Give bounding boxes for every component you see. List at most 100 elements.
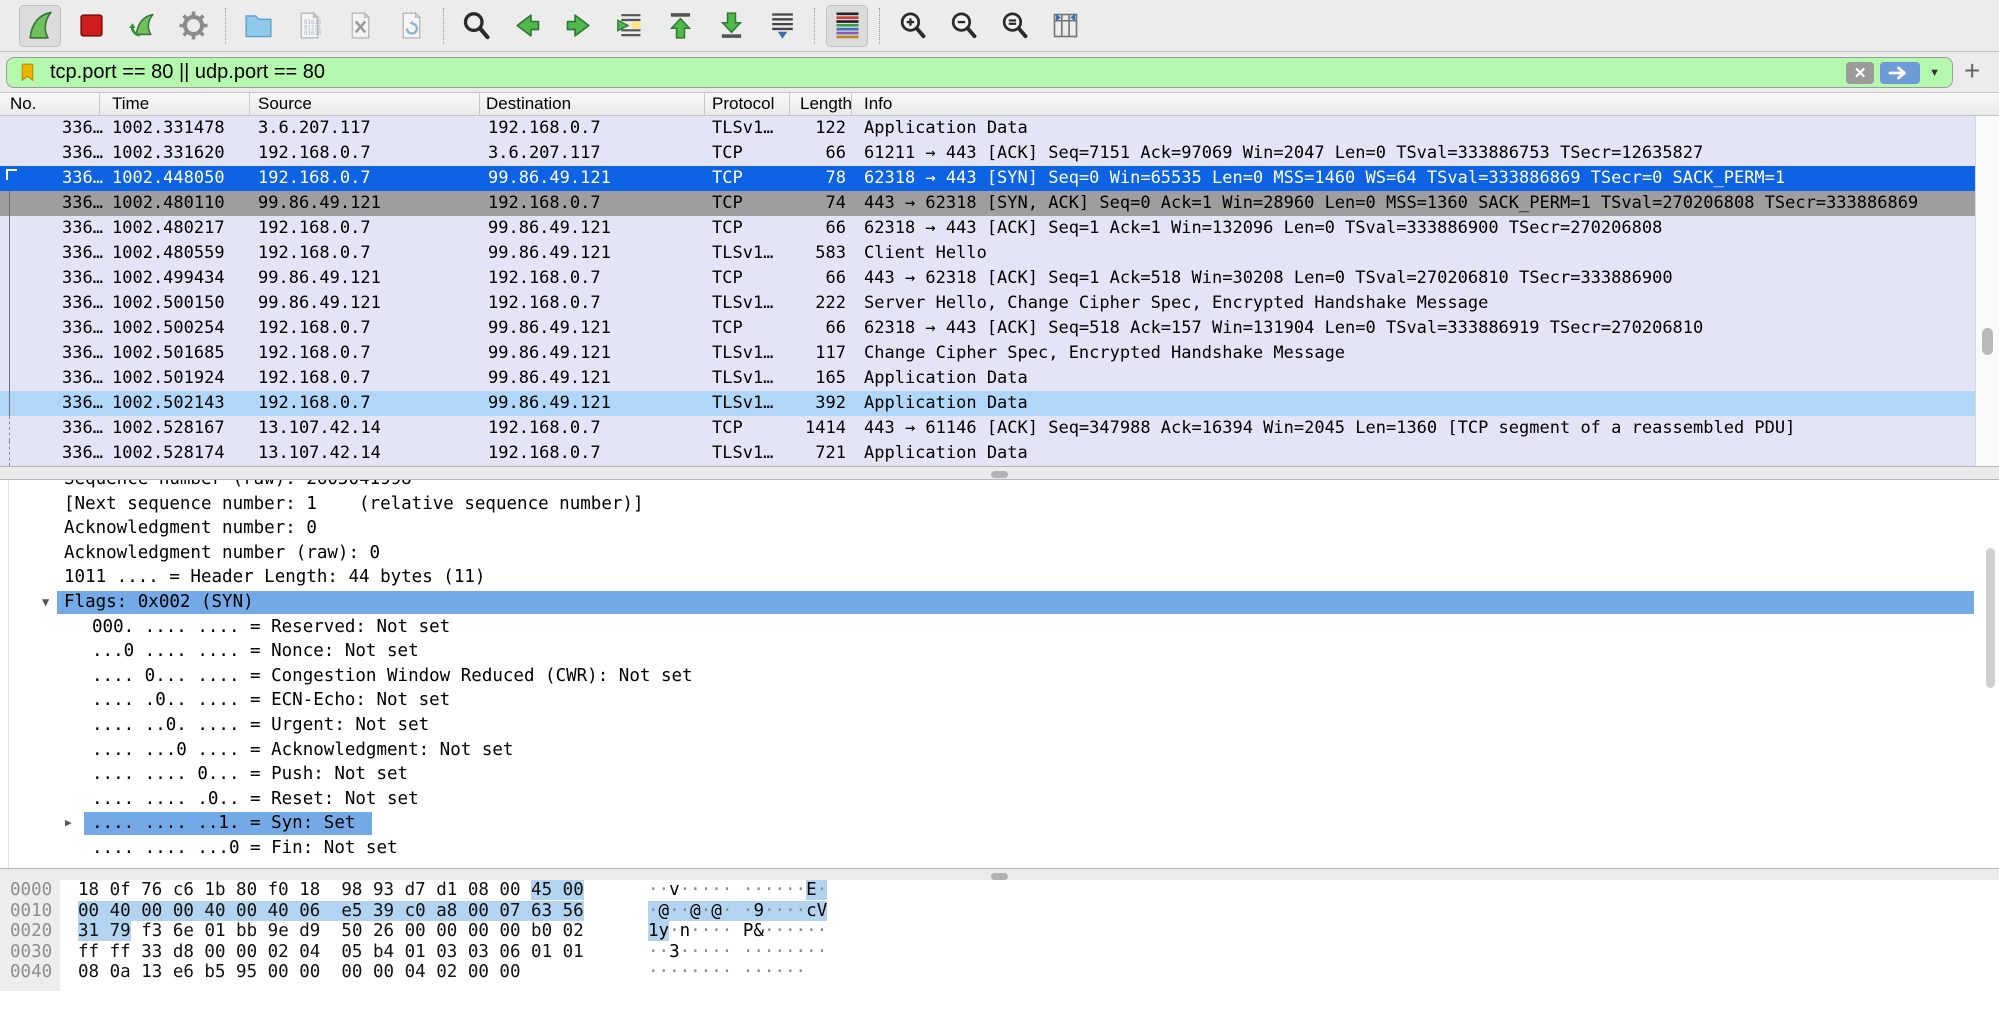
packet-row[interactable]: 336…1002.501685192.168.0.799.86.49.121TL… [0, 341, 1975, 366]
packet-row[interactable]: 336…1002.48011099.86.49.121192.168.0.7TC… [0, 191, 1975, 216]
hex-row[interactable]: 001000 40 00 00 40 00 40 06 e5 39 c0 a8 … [0, 901, 1999, 922]
hex-row[interactable]: 004008 0a 13 e6 b5 95 00 00 00 00 04 02 … [0, 962, 1999, 983]
hex-row[interactable]: 0030ff ff 33 d8 00 00 02 04 05 b4 01 03 … [0, 942, 1999, 963]
column-header-source[interactable]: Source [250, 93, 480, 115]
capture-options-button[interactable] [172, 5, 214, 47]
stop-capture-button[interactable] [70, 5, 112, 47]
column-header-proto[interactable]: Protocol [705, 93, 790, 115]
cell-time: 1002.499434 [112, 266, 252, 291]
detail-row[interactable]: [Next sequence number: 1 (relative seque… [0, 492, 1999, 517]
packet-list-scrollbar[interactable] [1975, 116, 1999, 466]
filter-text: tcp.port == 80 || udp.port == 80 [50, 61, 1846, 84]
go-to-bottom-button[interactable] [710, 5, 752, 47]
cell-time: 1002.502143 [112, 391, 252, 416]
detail-row[interactable]: Sequence number (raw): 2605041998 [0, 480, 1999, 492]
auto-scroll-button[interactable] [761, 5, 803, 47]
detail-row[interactable]: ▼ Flags: 0x002 (SYN) [0, 590, 1999, 615]
cell-dest: 99.86.49.121 [488, 341, 703, 366]
detail-row[interactable]: ▶.... .... ..1. = Syn: Set [0, 811, 1999, 836]
detail-row[interactable]: .... .0.. .... = ECN-Echo: Not set [0, 688, 1999, 713]
go-forward-icon [562, 9, 595, 42]
splitter-handle-icon[interactable] [991, 471, 1008, 478]
open-file-button[interactable] [237, 5, 279, 47]
packet-row[interactable]: 336…1002.331620192.168.0.73.6.207.117TCP… [0, 141, 1975, 166]
cell-no: 336… [0, 241, 103, 266]
detail-scrollbar-thumb[interactable] [1986, 548, 1995, 688]
packet-row[interactable]: 336…1002.448050192.168.0.799.86.49.121TC… [0, 166, 1975, 191]
go-to-packet-button[interactable] [608, 5, 650, 47]
cell-no: 336… [0, 141, 103, 166]
restart-capture-button[interactable] [121, 5, 163, 47]
filter-clear-button[interactable]: ✕ [1846, 62, 1874, 84]
column-header-no[interactable]: No. [0, 93, 100, 115]
column-header-dest[interactable]: Destination [480, 93, 705, 115]
close-file-button[interactable] [339, 5, 381, 47]
packet-row[interactable]: 336…1002.502143192.168.0.799.86.49.121TL… [0, 391, 1975, 416]
packet-row[interactable]: 336…1002.52816713.107.42.14192.168.0.7TC… [0, 416, 1975, 441]
scrollbar-thumb[interactable] [1982, 328, 1993, 355]
filter-dropdown-icon[interactable]: ▼ [1929, 67, 1940, 79]
pane-splitter-top[interactable] [0, 466, 1999, 480]
packet-row[interactable]: 336…1002.500254192.168.0.799.86.49.121TC… [0, 316, 1975, 341]
expand-arrow-icon[interactable]: ▶ [65, 811, 72, 836]
packet-row[interactable]: 336…1002.52817413.107.42.14192.168.0.7TL… [0, 441, 1975, 466]
hex-row[interactable]: 002031 79 f3 6e 01 bb 9e d9 50 26 00 00 … [0, 921, 1999, 942]
cell-dest: 99.86.49.121 [488, 216, 703, 241]
column-header-len[interactable]: Length [790, 93, 852, 115]
cell-len: 66 [786, 266, 846, 291]
detail-row[interactable]: Acknowledgment number (raw): 0 [0, 541, 1999, 566]
cell-proto: TCP [712, 266, 786, 291]
detail-text: Flags: 0x002 (SYN) [64, 590, 254, 615]
go-forward-button[interactable] [557, 5, 599, 47]
cell-info: Client Hello [864, 241, 1975, 266]
detail-row[interactable]: ...0 .... .... = Nonce: Not set [0, 639, 1999, 664]
detail-row[interactable]: 000. .... .... = Reserved: Not set [0, 615, 1999, 640]
detail-row[interactable]: .... .... .0.. = Reset: Not set [0, 787, 1999, 812]
save-file-button[interactable]: 010100110101010 [288, 5, 330, 47]
detail-row[interactable]: .... ...0 .... = Acknowledgment: Not set [0, 738, 1999, 763]
packet-row[interactable]: 336…1002.50015099.86.49.121192.168.0.7TL… [0, 291, 1975, 316]
resize-columns-icon [1049, 9, 1082, 42]
zoom-out-button[interactable] [942, 5, 984, 47]
packet-row[interactable]: 336…1002.480559192.168.0.799.86.49.121TL… [0, 241, 1975, 266]
go-back-button[interactable] [506, 5, 548, 47]
toolbar-group [8, 5, 225, 47]
reload-file-button[interactable] [390, 5, 432, 47]
packet-row[interactable]: 336…1002.49943499.86.49.121192.168.0.7TC… [0, 266, 1975, 291]
go-to-top-button[interactable] [659, 5, 701, 47]
cell-time: 1002.528174 [112, 441, 252, 466]
hex-offset: 0020 [10, 921, 52, 942]
column-header-time[interactable]: Time [100, 93, 250, 115]
find-packet-button[interactable] [455, 5, 497, 47]
filter-add-button[interactable]: + [1964, 54, 1980, 88]
collapse-arrow-icon[interactable]: ▼ [42, 590, 49, 615]
resize-columns-button[interactable] [1044, 5, 1086, 47]
hex-offset: 0010 [10, 901, 52, 922]
packet-row[interactable]: 336…1002.3314783.6.207.117192.168.0.7TLS… [0, 116, 1975, 141]
splitter-handle-icon[interactable] [991, 873, 1008, 880]
restart-capture-icon [126, 9, 159, 42]
packet-row[interactable]: 336…1002.501924192.168.0.799.86.49.121TL… [0, 366, 1975, 391]
detail-row[interactable]: .... ..0. .... = Urgent: Not set [0, 713, 1999, 738]
column-header-info[interactable]: Info [852, 93, 1999, 115]
cell-proto: TLSv1… [712, 341, 786, 366]
hex-bytes: ff ff 33 d8 00 00 02 04 05 b4 01 03 03 0… [78, 942, 584, 963]
detail-row[interactable]: 1011 .... = Header Length: 44 bytes (11) [0, 565, 1999, 590]
detail-row[interactable]: .... .... 0... = Push: Not set [0, 762, 1999, 787]
colorize-packets-button[interactable] [826, 5, 868, 47]
zoom-original-button[interactable] [993, 5, 1035, 47]
display-filter-input[interactable]: tcp.port == 80 || udp.port == 80 ✕ ▼ [6, 57, 1953, 88]
detail-row[interactable]: .... 0... .... = Congestion Window Reduc… [0, 664, 1999, 689]
cell-time: 1002.331620 [112, 141, 252, 166]
cell-info: Change Cipher Spec, Encrypted Handshake … [864, 341, 1975, 366]
filter-bookmark-icon[interactable] [17, 61, 38, 84]
packet-row[interactable]: 336…1002.480217192.168.0.799.86.49.121TC… [0, 216, 1975, 241]
filter-apply-button[interactable] [1880, 62, 1920, 84]
cell-time: 1002.448050 [112, 166, 252, 191]
detail-text: .... .... .0.. = Reset: Not set [92, 787, 419, 812]
zoom-in-button[interactable] [891, 5, 933, 47]
detail-row[interactable]: .... .... ...0 = Fin: Not set [0, 836, 1999, 861]
start-capture-button[interactable] [19, 5, 61, 47]
hex-row[interactable]: 000018 0f 76 c6 1b 80 f0 18 98 93 d7 d1 … [0, 880, 1999, 901]
detail-row[interactable]: Acknowledgment number: 0 [0, 516, 1999, 541]
